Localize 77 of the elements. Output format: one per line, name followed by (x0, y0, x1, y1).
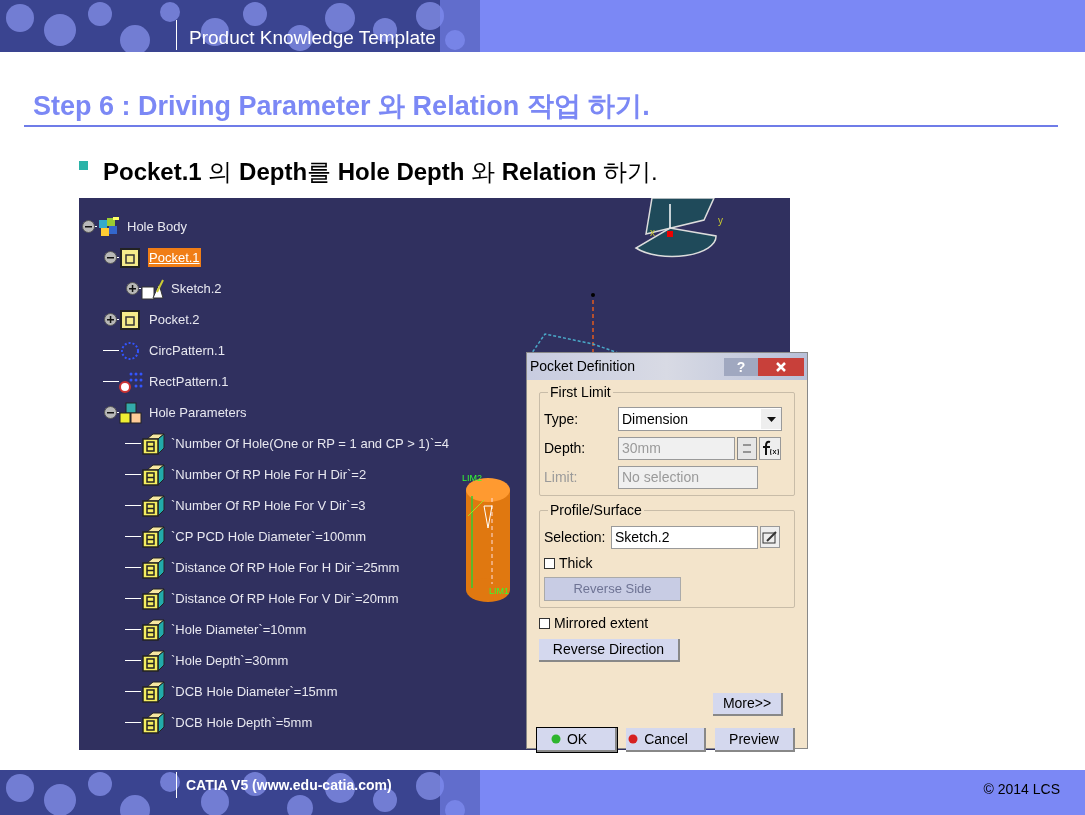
rectpattern-icon (119, 370, 143, 393)
parameter-icon (141, 494, 165, 517)
body-icon (97, 215, 121, 238)
dropdown-arrow-icon (766, 416, 776, 422)
parameter-icon (141, 432, 165, 455)
tree-item[interactable]: `Number Of RP Hole For V Dir`=3 (170, 495, 367, 516)
tree-item[interactable]: `Hole Depth`=30mm (170, 650, 290, 671)
parameter-icon (141, 556, 165, 579)
bullet-text: Pocket.1 의 Depth를 Hole Depth 와 Relation 하기. (103, 157, 658, 187)
field-label: Selection: (544, 527, 607, 547)
slide-title: Step 6 : Driving Parameter 와 Relation 작업 하기. (33, 90, 650, 123)
tree-item[interactable]: `DCB Hole Depth`=5mm (170, 712, 314, 733)
close-button[interactable] (758, 357, 804, 376)
checkbox[interactable] (544, 557, 555, 569)
parameter-icon (141, 463, 165, 486)
tree-item[interactable]: `Number Of Hole(One or RP = 1 and CP > 1)`=4 (170, 433, 451, 454)
pencil-icon (762, 530, 778, 544)
status-dot-icon (628, 734, 639, 744)
axis-label: y (718, 216, 723, 226)
dropdown-value: Dimension (621, 409, 690, 429)
tree-item[interactable]: RectPattern.1 (148, 371, 230, 392)
tree-item[interactable]: `CP PCD Hole Diameter`=100mm (170, 526, 368, 547)
formula-icon (761, 440, 779, 456)
collapse-toggle[interactable] (81, 220, 95, 233)
parameter-icon (141, 525, 165, 548)
checkbox-label: Mirrored extent (554, 613, 649, 633)
tree-item[interactable]: `Number Of RP Hole For H Dir`=2 (170, 464, 368, 485)
tree-item[interactable]: Sketch.2 (170, 278, 223, 299)
tree-item[interactable]: `Distance Of RP Hole For V Dir`=20mm (170, 588, 400, 609)
tree-item[interactable]: Hole Parameters (148, 402, 248, 423)
tree-item[interactable]: Pocket.2 (148, 309, 201, 330)
group-legend: Profile/Surface (548, 502, 644, 518)
checkbox[interactable] (539, 617, 550, 629)
group-legend: First Limit (548, 384, 613, 400)
expand-toggle[interactable] (103, 313, 117, 326)
ok-button[interactable]: OK (537, 728, 617, 752)
parameters-icon (119, 401, 143, 424)
plus-icon (127, 284, 137, 293)
pocket-icon (119, 308, 143, 331)
footer-text: CATIA V5 (www.edu-catia.com) (186, 776, 392, 795)
dimension-label: LIM2 (462, 474, 482, 483)
more-button[interactable]: More>> (713, 693, 783, 716)
tree-item[interactable]: Hole Body (126, 216, 188, 237)
cancel-button[interactable]: Cancel (626, 728, 706, 752)
reverse-direction-button[interactable]: Reverse Direction (539, 639, 680, 662)
field-label: Limit: (544, 467, 579, 487)
dialog-title: Pocket Definition (530, 357, 636, 376)
sketch-button[interactable] (760, 526, 780, 548)
tree-item[interactable]: `Distance Of RP Hole For H Dir`=25mm (170, 557, 401, 578)
collapse-toggle[interactable] (103, 406, 117, 419)
formula-button[interactable] (759, 436, 781, 460)
sketch-icon (141, 277, 165, 300)
parameter-icon (141, 587, 165, 610)
status-dot-icon (550, 734, 561, 744)
tree-item[interactable]: CircPattern.1 (148, 340, 226, 361)
tree-item[interactable]: `DCB Hole Diameter`=15mm (170, 681, 339, 702)
type-dropdown[interactable]: Dimension (618, 407, 782, 431)
parameter-icon (141, 618, 165, 641)
plus-icon (105, 315, 115, 324)
selection-field[interactable]: Sketch.2 (611, 525, 758, 549)
field-label: Depth: (544, 438, 587, 458)
pocket-icon (119, 246, 143, 269)
checkbox-label: Thick (559, 553, 593, 573)
tree-item[interactable]: `Hole Diameter`=10mm (170, 619, 308, 640)
preview-button[interactable]: Preview (715, 728, 795, 752)
header-title: Product Knowledge Template (189, 26, 436, 50)
dimension-label: LIM1 (489, 587, 509, 596)
bullet-marker (79, 161, 88, 170)
expand-toggle[interactable] (125, 282, 139, 295)
parameter-icon (141, 711, 165, 734)
collapse-toggle[interactable] (103, 251, 117, 264)
axis-label: x (650, 228, 655, 238)
close-icon (775, 360, 787, 373)
parameter-icon (141, 649, 165, 672)
parameter-icon (141, 680, 165, 703)
field-label: Type: (544, 409, 580, 429)
copyright-text: © 2014 LCS (983, 780, 1060, 799)
